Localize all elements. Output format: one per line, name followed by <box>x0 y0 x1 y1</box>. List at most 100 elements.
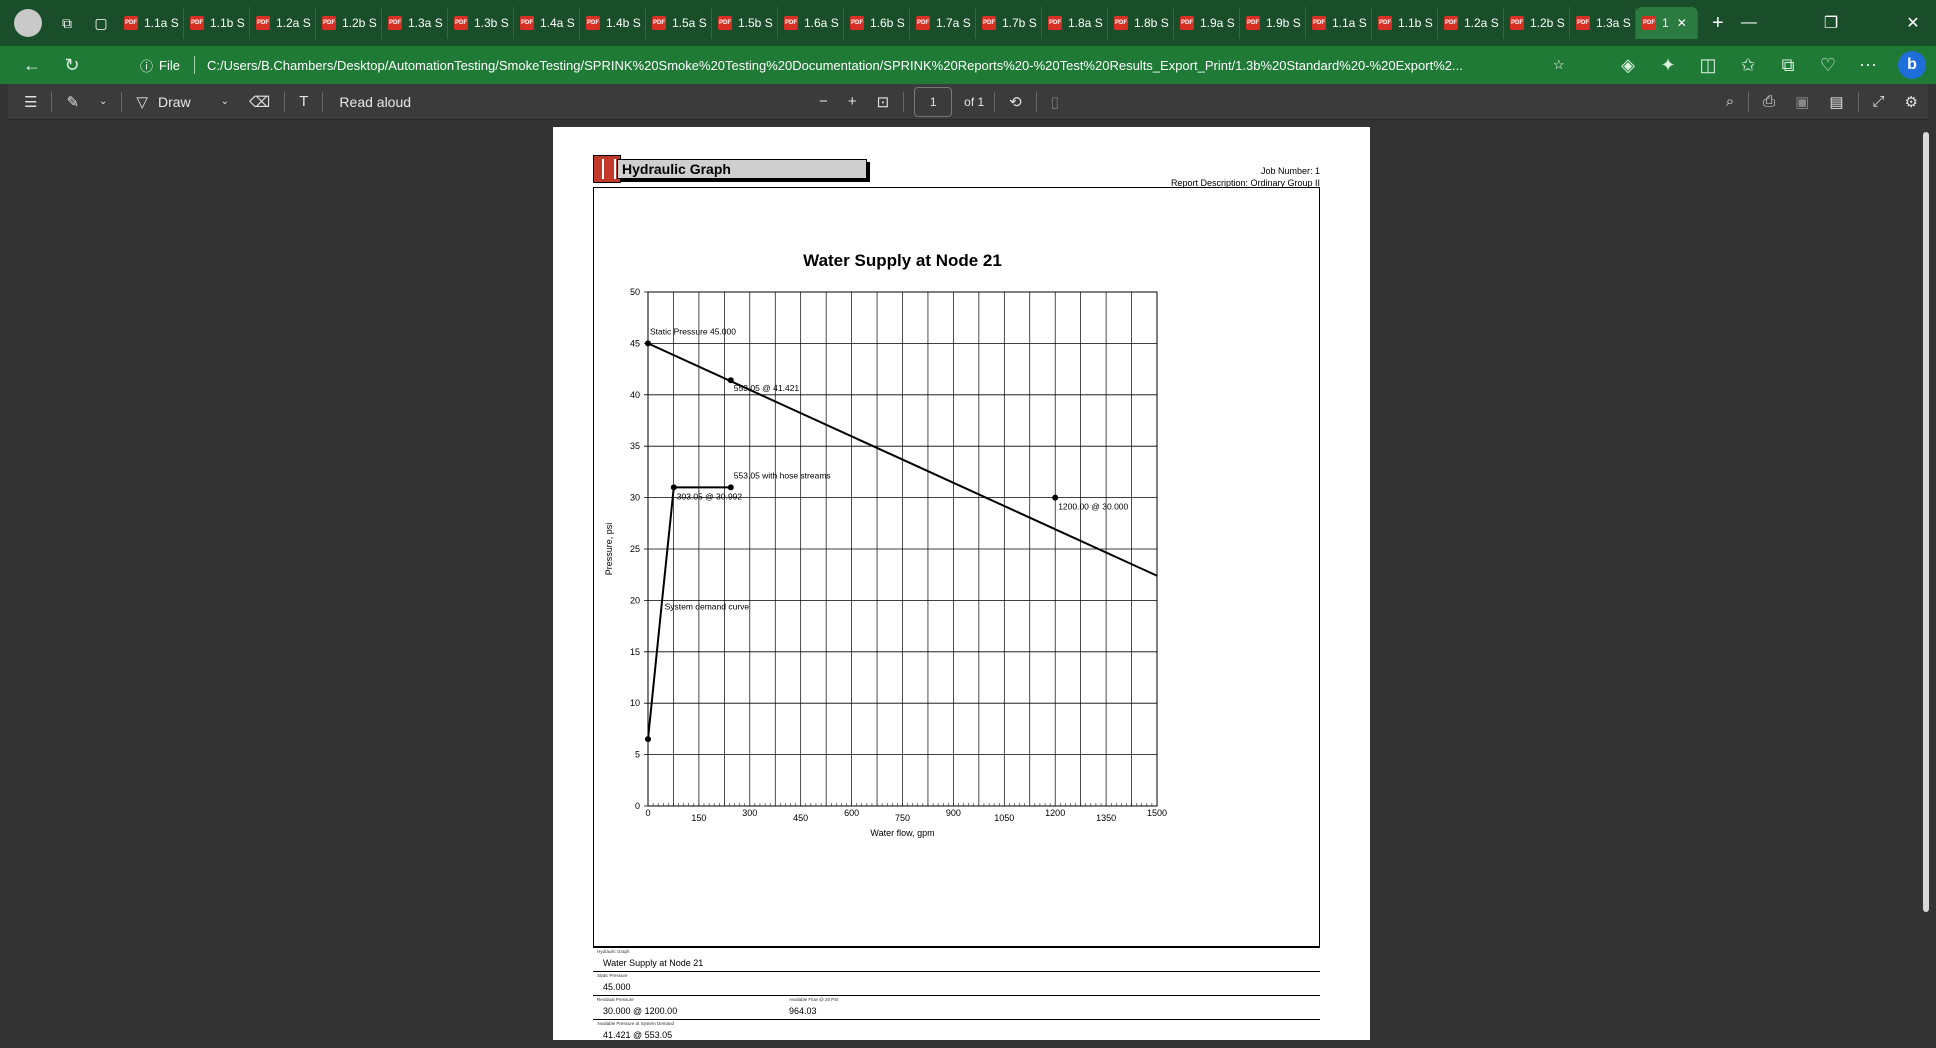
browser-tab[interactable]: PDF 1.2a S <box>250 7 316 39</box>
y-tick-label: 20 <box>630 595 640 605</box>
extension-icon[interactable]: ◈ <box>1608 55 1648 76</box>
browser-tab[interactable]: PDF 1.5b S <box>712 7 778 39</box>
chart-title: Water Supply at Node 21 <box>803 251 1002 270</box>
profile-avatar[interactable] <box>14 9 42 37</box>
demand-label: Available Pressure at System Demand <box>597 1021 674 1026</box>
workspaces-icon[interactable]: ⧉ <box>50 15 84 32</box>
browser-tab-label: 1.7b S <box>1002 16 1037 30</box>
tab-strip: PDF 1.1a S PDF 1.1b S PDF 1.2a S PDF 1.2b S PDF 1… <box>118 0 1636 46</box>
browser-tab[interactable]: PDF 1.1a S <box>1306 7 1372 39</box>
eraser-icon[interactable]: ⌫ <box>239 93 280 111</box>
browser-tab-label: 1.4a S <box>540 16 575 30</box>
save-as-icon[interactable]: ▤ <box>1819 93 1853 111</box>
split-screen-icon[interactable]: ◫ <box>1688 55 1728 76</box>
highlight-dropdown-icon[interactable]: ⌄ <box>89 96 117 107</box>
data-point-marker <box>645 340 651 347</box>
data-point-marker <box>1052 494 1059 501</box>
browser-tab[interactable]: PDF 1.9a S <box>1174 7 1240 39</box>
page-view-icon[interactable]: ▯ <box>1041 93 1069 111</box>
zoom-out-icon[interactable]: − <box>809 93 838 110</box>
settings-icon[interactable]: ⚙ <box>1895 93 1928 111</box>
refresh-icon[interactable]: ↻ <box>52 55 92 76</box>
pdf-icon: PDF <box>850 16 864 30</box>
pdf-icon: PDF <box>520 16 534 30</box>
read-aloud-button[interactable]: Read aloud <box>339 94 411 110</box>
rotate-icon[interactable]: ⟲ <box>999 93 1032 111</box>
restore-button[interactable]: ❐ <box>1808 13 1854 33</box>
fit-page-icon[interactable]: ⊡ <box>867 93 900 111</box>
extensions-puzzle-icon[interactable]: ✦ <box>1648 55 1688 76</box>
collections-icon[interactable]: ⧉ <box>1768 55 1808 76</box>
browser-tab[interactable]: PDF 1.2b S <box>1504 7 1570 39</box>
browser-tab[interactable]: PDF 1.5a S <box>646 7 712 39</box>
browser-tab[interactable]: PDF 1.7b S <box>976 7 1042 39</box>
browser-tab[interactable]: PDF 1.3a S <box>1570 7 1636 39</box>
browser-tab[interactable]: PDF 1.4a S <box>514 7 580 39</box>
scrollbar-thumb[interactable] <box>1923 132 1929 912</box>
y-tick-label: 30 <box>630 493 640 503</box>
draw-icon[interactable]: ▽ <box>126 93 158 111</box>
pdf-icon: PDF <box>784 16 798 30</box>
browser-tab[interactable]: PDF 1.8b S <box>1108 7 1174 39</box>
save-icon[interactable]: ▣ <box>1785 93 1819 111</box>
address-bar-row: ← ↻ ⓘ File C:/Users/B.Chambers/Desktop/A… <box>0 46 1936 84</box>
close-window-button[interactable]: ✕ <box>1890 13 1936 33</box>
chart-annotation: 553.05 with hose streams <box>734 470 831 480</box>
url-text[interactable]: C:/Users/B.Chambers/Desktop/AutomationTe… <box>207 58 1537 73</box>
draw-button[interactable]: Draw <box>158 94 191 110</box>
add-text-icon[interactable]: T <box>289 93 318 110</box>
y-tick-label: 50 <box>630 287 640 297</box>
fullscreen-icon[interactable]: ⤢ <box>1863 93 1895 110</box>
browser-tab[interactable]: PDF 1.3a S <box>382 7 448 39</box>
new-tab-button[interactable]: + <box>1712 12 1724 35</box>
more-menu-icon[interactable]: ⋯ <box>1848 55 1888 76</box>
pdf-icon: PDF <box>1510 16 1524 30</box>
browser-tab[interactable]: PDF 1.3b S <box>448 7 514 39</box>
browser-tab[interactable]: PDF 1.2a S <box>1438 7 1504 39</box>
minimize-button[interactable]: — <box>1726 14 1772 32</box>
pdf-icon: PDF <box>1246 16 1260 30</box>
vertical-scrollbar[interactable] <box>1920 120 1932 1040</box>
x-tick-label: 150 <box>691 813 706 823</box>
zoom-in-icon[interactable]: + <box>838 93 867 110</box>
browser-tab-label: 1.2a S <box>276 16 311 30</box>
browser-tab[interactable]: PDF 1.6b S <box>844 7 910 39</box>
browser-tab[interactable]: PDF 1.2b S <box>316 7 382 39</box>
find-icon[interactable]: ⌕ <box>1716 93 1744 110</box>
address-bar[interactable]: ⓘ File C:/Users/B.Chambers/Desktop/Autom… <box>100 50 1600 80</box>
pdf-toolbar: ☰ ✎ ⌄ ▽ Draw ⌄ ⌫ T Read aloud − + ⊡ 1 of… <box>8 84 1928 120</box>
browser-tab[interactable]: PDF 1.6a S <box>778 7 844 39</box>
browser-tab[interactable]: PDF 1.4b S <box>580 7 646 39</box>
page-number-input[interactable]: 1 <box>914 86 953 117</box>
back-icon[interactable]: ← <box>12 55 52 76</box>
summary-table: Hydraulic Graph Water Supply at Node 21 … <box>593 947 1320 1040</box>
browser-tab[interactable]: PDF 1.8a S <box>1042 7 1108 39</box>
static-label: Static Pressure <box>597 973 628 978</box>
pdf-page: Hydraulic Graph Job Number: 1 Report Des… <box>553 127 1370 1040</box>
pdf-icon: PDF <box>124 16 138 30</box>
close-tab-icon[interactable]: ✕ <box>1677 16 1687 30</box>
contents-icon[interactable]: ☰ <box>14 93 47 111</box>
browser-tab-label: 1.2b S <box>1530 16 1565 30</box>
info-icon[interactable]: ⓘ <box>140 56 153 75</box>
summary-row-residual: Residual Pressure 30.000 @ 1200.00 Avail… <box>593 996 1320 1020</box>
x-tick-label: 750 <box>895 813 910 823</box>
highlight-icon[interactable]: ✎ <box>56 93 89 111</box>
favorites-icon[interactable]: ✩ <box>1728 55 1768 76</box>
browser-essentials-icon[interactable]: ♡ <box>1808 55 1848 76</box>
browser-tab[interactable]: PDF 1.7a S <box>910 7 976 39</box>
print-icon[interactable]: ⎙ <box>1753 93 1785 110</box>
draw-dropdown-icon[interactable]: ⌄ <box>211 96 239 107</box>
bing-copilot-icon[interactable]: b <box>1898 51 1926 79</box>
active-tab[interactable]: PDF 1 ✕ <box>1636 7 1698 39</box>
x-tick-label: 300 <box>742 808 757 818</box>
browser-tab[interactable]: PDF 1.1a S <box>118 7 184 39</box>
browser-tab[interactable]: PDF 1.9b S <box>1240 7 1306 39</box>
data-point-marker <box>727 484 734 491</box>
pdf-icon: PDF <box>982 16 996 30</box>
favorite-star-icon[interactable]: ☆ <box>1553 57 1565 73</box>
browser-tab[interactable]: PDF 1.1b S <box>184 7 250 39</box>
y-axis-label: Pressure, psi <box>604 523 614 576</box>
browser-tab[interactable]: PDF 1.1b S <box>1372 7 1438 39</box>
tab-actions-icon[interactable]: ▢ <box>84 15 118 32</box>
